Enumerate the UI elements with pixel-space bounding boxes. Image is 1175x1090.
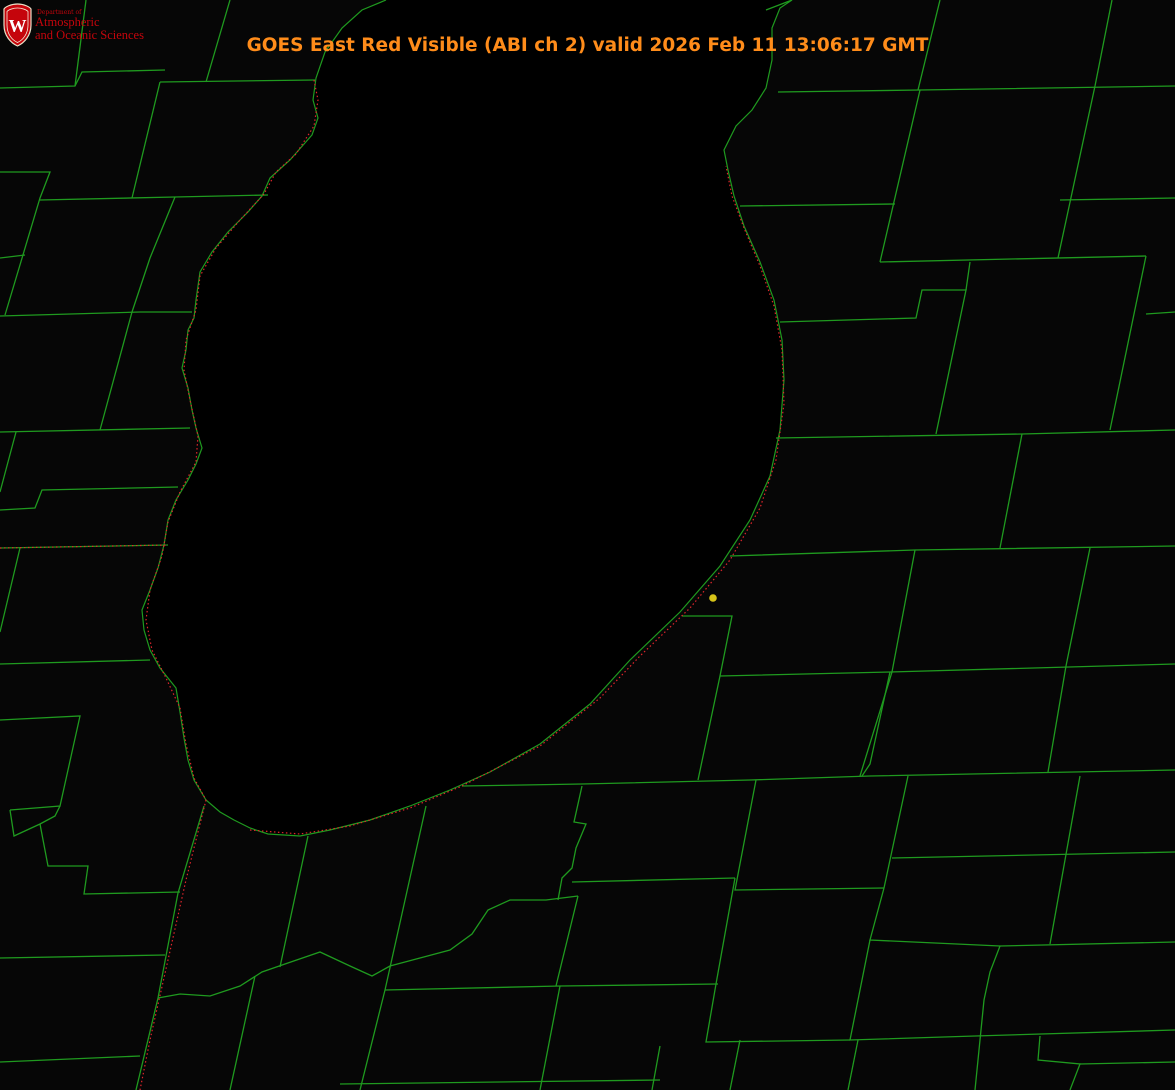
map-canvas [0,0,1175,1090]
location-dot-icon [709,594,717,602]
image-title: GOES East Red Visible (ABI ch 2) valid 2… [0,35,1175,56]
crest-letter: W [9,16,27,36]
title-text: GOES East Red Visible (ABI ch 2) valid 2… [246,35,929,56]
